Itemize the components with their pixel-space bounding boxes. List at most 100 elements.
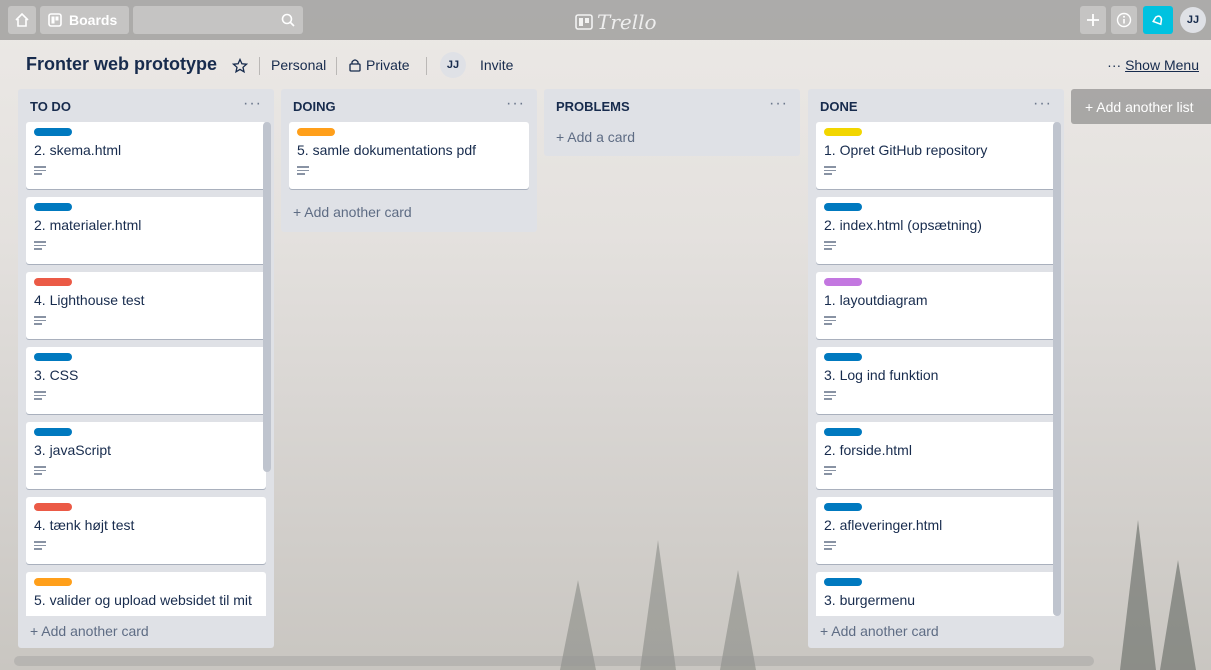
info-icon xyxy=(1116,12,1132,28)
list-cards: 2. skema.html 2. materialer.html 4. Ligh… xyxy=(18,122,274,616)
list-header: PROBLEMS ··· xyxy=(544,89,800,122)
card-label-blue xyxy=(34,128,72,136)
info-button[interactable] xyxy=(1111,6,1137,34)
card[interactable]: 2. afleveringer.html xyxy=(816,497,1056,564)
card-title: 1. Opret GitHub repository xyxy=(824,142,988,158)
card-title: 3. CSS xyxy=(34,367,79,383)
card[interactable]: 1. Opret GitHub repository xyxy=(816,122,1056,189)
card-label-blue xyxy=(824,353,862,361)
card[interactable]: 2. forside.html xyxy=(816,422,1056,489)
top-header-bar: Boards Trello JJ xyxy=(0,0,1211,40)
card-label-blue xyxy=(34,428,72,436)
card[interactable]: 2. index.html (opsætning) xyxy=(816,197,1056,264)
description-icon xyxy=(297,166,309,176)
board-horizontal-scrollbar[interactable] xyxy=(14,656,1094,666)
card-title: 4. tænk højt test xyxy=(34,517,135,533)
card-label-blue xyxy=(824,428,862,436)
card-label-blue xyxy=(824,503,862,511)
notifications-button[interactable] xyxy=(1143,6,1173,34)
list-cards: 1. Opret GitHub repository 2. index.html… xyxy=(808,122,1064,616)
list-done[interactable]: DONE ··· 1. Opret GitHub repository 2. i… xyxy=(808,89,1064,648)
description-icon xyxy=(34,466,46,476)
board-header: Fronter web prototype Personal Private J… xyxy=(0,40,1211,86)
search-icon xyxy=(281,13,295,27)
card[interactable]: 3. javaScript xyxy=(26,422,266,489)
header-divider xyxy=(336,57,337,75)
list-doing[interactable]: DOING ··· 5. samle dokumentations pdf + … xyxy=(281,89,537,232)
user-avatar[interactable]: JJ xyxy=(1180,7,1206,33)
card[interactable]: 4. tænk højt test xyxy=(26,497,266,564)
card-label-orange xyxy=(34,578,72,586)
list-scrollbar[interactable] xyxy=(1053,122,1061,616)
card-title: 2. index.html (opsætning) xyxy=(824,217,982,233)
description-icon xyxy=(824,316,836,326)
invite-button[interactable]: Invite xyxy=(480,57,513,73)
description-icon xyxy=(34,241,46,251)
card-label-blue xyxy=(824,203,862,211)
card[interactable]: 2. materialer.html xyxy=(26,197,266,264)
team-visibility-button[interactable]: Personal xyxy=(271,57,326,73)
card-label-yellow xyxy=(824,128,862,136)
trello-logo[interactable]: Trello xyxy=(575,10,657,34)
card-label-red xyxy=(34,503,72,511)
add-card-button[interactable]: + Add a card xyxy=(544,122,800,152)
list-todo[interactable]: TO DO ··· 2. skema.html 2. materialer.ht… xyxy=(18,89,274,648)
star-icon[interactable] xyxy=(232,58,248,74)
card[interactable]: 5. samle dokumentations pdf xyxy=(289,122,529,189)
list-title[interactable]: TO DO xyxy=(30,99,71,114)
card[interactable]: 3. Log ind funktion xyxy=(816,347,1056,414)
board-title[interactable]: Fronter web prototype xyxy=(26,54,217,75)
logo-text: Trello xyxy=(597,10,657,34)
list-title[interactable]: PROBLEMS xyxy=(556,99,630,114)
add-list-button[interactable]: + Add another list xyxy=(1071,89,1211,124)
card-title: 2. forside.html xyxy=(824,442,912,458)
list-problems[interactable]: PROBLEMS ··· + Add a card xyxy=(544,89,800,156)
card-label-blue xyxy=(34,203,72,211)
create-button[interactable] xyxy=(1080,6,1106,34)
add-card-button[interactable]: + Add another card xyxy=(281,197,537,227)
card-title: 2. materialer.html xyxy=(34,217,142,233)
privacy-button[interactable]: Private xyxy=(349,57,410,73)
card[interactable]: 1. layoutdiagram xyxy=(816,272,1056,339)
description-icon xyxy=(824,466,836,476)
description-icon xyxy=(824,391,836,401)
card[interactable]: 3. burgermenu xyxy=(816,572,1056,616)
card[interactable]: 2. skema.html xyxy=(26,122,266,189)
bell-icon xyxy=(1152,15,1163,26)
home-button[interactable] xyxy=(8,6,36,34)
board-member-avatar[interactable]: JJ xyxy=(440,52,466,78)
card-title: 3. burgermenu xyxy=(824,592,916,608)
list-scrollbar[interactable] xyxy=(263,122,271,472)
description-icon xyxy=(34,166,46,176)
add-card-button[interactable]: + Add another card xyxy=(808,616,1064,646)
boards-button[interactable]: Boards xyxy=(40,6,129,34)
search-input[interactable] xyxy=(133,6,303,34)
description-icon xyxy=(34,316,46,326)
list-menu-icon[interactable]: ··· xyxy=(243,95,262,113)
list-menu-icon[interactable]: ··· xyxy=(769,95,788,113)
list-menu-icon[interactable]: ··· xyxy=(1033,95,1052,113)
trello-logo-icon xyxy=(575,14,593,30)
card-label-blue xyxy=(824,578,862,586)
boards-icon xyxy=(48,13,62,27)
list-header: TO DO ··· xyxy=(18,89,274,122)
list-title[interactable]: DOING xyxy=(293,99,336,114)
card-title: 3. Log ind funktion xyxy=(824,367,939,383)
card-title: 2. skema.html xyxy=(34,142,122,158)
list-title[interactable]: DONE xyxy=(820,99,858,114)
team-label: Personal xyxy=(271,57,327,73)
description-icon xyxy=(34,391,46,401)
add-card-button[interactable]: + Add another card xyxy=(18,616,274,646)
list-menu-icon[interactable]: ··· xyxy=(506,95,525,113)
list-cards: 5. samle dokumentations pdf xyxy=(281,122,537,197)
show-menu-button[interactable]: ··· Show Menu xyxy=(1107,57,1199,73)
card[interactable]: 5. valider og upload websidet til mit xyxy=(26,572,266,616)
card-title: 1. layoutdiagram xyxy=(824,292,928,308)
card-label-orange xyxy=(297,128,335,136)
card[interactable]: 3. CSS xyxy=(26,347,266,414)
card-title: 5. valider og upload websidet til mit xyxy=(34,592,252,608)
card[interactable]: 4. Lighthouse test xyxy=(26,272,266,339)
card-label-purple xyxy=(824,278,862,286)
card-label-blue xyxy=(34,353,72,361)
list-header: DOING ··· xyxy=(281,89,537,122)
